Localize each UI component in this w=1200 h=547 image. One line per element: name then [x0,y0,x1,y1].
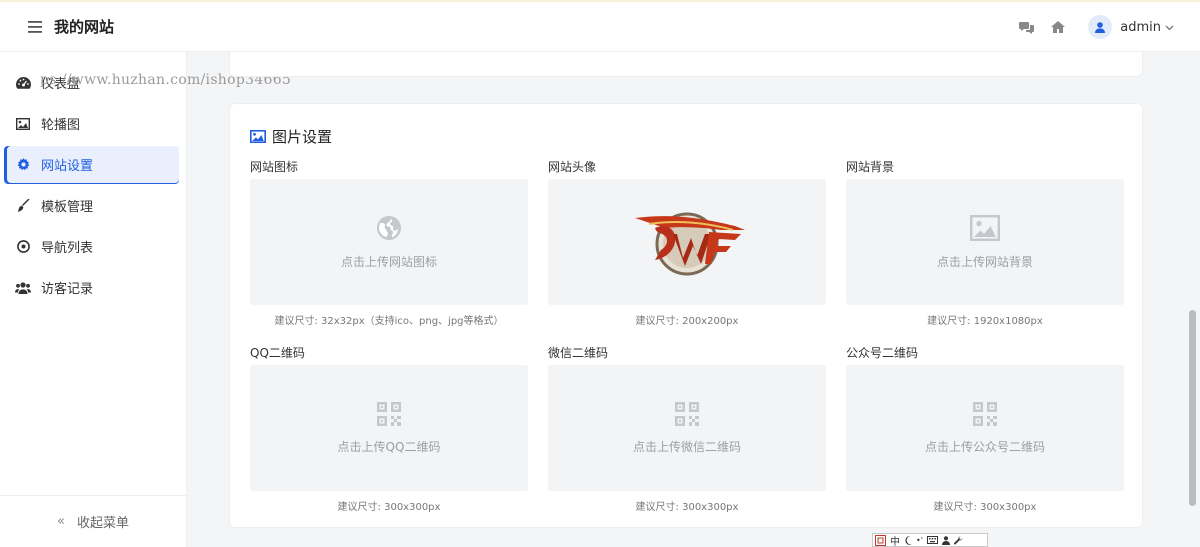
size-hint: 建议尺寸: 300x300px [337,502,441,513]
collapse-menu-label: 收起菜单 [76,516,129,531]
main-content: 图片设置 网站图标 点击上传网站图标 建议尺寸: 32x32px（支持ico、p… [187,52,1185,547]
field-label: 网站背景 [846,160,895,174]
field-label: QQ二维码 [250,346,305,360]
sidebar-item-visitors[interactable]: 访客记录 [4,269,179,306]
sidebar-item-label: 网站设置 [41,159,94,174]
qq-qrcode-upload[interactable]: 点击上传QQ二维码 [250,365,528,491]
field-label: 网站头像 [548,160,597,174]
image-settings-card: 图片设置 网站图标 点击上传网站图标 建议尺寸: 32x32px（支持ico、p… [229,103,1143,528]
ime-punctuation[interactable]: •' [916,536,923,545]
qrcode-icon [377,401,401,426]
globe-icon [376,215,402,241]
dashboard-icon [15,75,31,91]
moon-icon[interactable] [904,535,912,545]
sidebar-item-label: 模板管理 [41,200,94,215]
site-avatar-upload[interactable] [548,179,826,305]
sidebar-item-label: 访客记录 [41,282,94,297]
field-label: 微信二维码 [548,346,609,360]
image-icon [15,116,31,132]
size-hint: 建议尺寸: 200x200px [635,316,739,327]
sidebar-item-carousel[interactable]: 轮播图 [4,105,179,142]
upload-placeholder: 点击上传微信二维码 [632,439,741,454]
brush-icon [15,198,31,214]
size-hint: 建议尺寸: 1920x1080px [927,316,1043,327]
dnf-logo-image [625,204,749,280]
header-actions: admin [1016,2,1174,52]
top-bar: 我的网站 admin [0,0,1200,52]
picture-icon [250,130,266,143]
site-background-upload[interactable]: 点击上传网站背景 [846,179,1124,305]
upload-placeholder: 点击上传QQ二维码 [337,439,441,454]
qrcode-icon [973,401,997,426]
site-title: 我的网站 [54,18,115,36]
gear-icon [15,157,31,173]
ime-toolbar: 中 •' [872,533,988,547]
picture-icon [970,214,1000,241]
comments-icon[interactable] [1016,17,1036,37]
sidebar-item-templates[interactable]: 模板管理 [4,187,179,224]
double-chevron-left-icon: « [57,514,65,529]
sidebar-item-label: 轮播图 [41,118,81,133]
card-title: 图片设置 [250,126,332,147]
compass-icon [15,239,31,255]
qrcode-icon [675,401,699,426]
upload-placeholder: 点击上传网站背景 [936,254,1033,269]
sidebar-item-site-settings[interactable]: 网站设置 [4,146,179,183]
user-name[interactable]: admin [1120,20,1161,35]
upload-placeholder: 点击上传公众号二维码 [924,439,1045,454]
ime-logo-icon[interactable] [875,534,886,546]
size-hint: 建议尺寸: 32x32px（支持ico、png、jpg等格式） [274,316,504,327]
official-account-qrcode-upload[interactable]: 点击上传公众号二维码 [846,365,1124,491]
menu-toggle-icon[interactable] [24,16,46,38]
section-title: 图片设置 [272,128,333,146]
previous-settings-card [229,52,1143,77]
sidebar-item-nav-list[interactable]: 导航列表 [4,228,179,265]
keyboard-icon[interactable] [926,536,938,544]
avatar[interactable] [1088,15,1113,39]
ime-language[interactable]: 中 [890,533,900,547]
sidebar: 仪表盘 ps://www.huzhan.com/ishop34665 轮播图 网… [0,52,291,547]
sidebar-item-label: 导航列表 [41,241,94,256]
site-icon-upload[interactable]: 点击上传网站图标 [250,179,528,305]
users-icon [15,280,31,296]
collapse-menu-button[interactable]: « 收起菜单 [0,495,186,547]
size-hint: 建议尺寸: 300x300px [933,502,1037,513]
scrollbar-thumb[interactable] [1189,310,1196,506]
chevron-down-icon[interactable] [1165,20,1174,35]
scrollbar[interactable] [1185,52,1200,547]
user-icon[interactable] [941,535,950,545]
field-label: 网站图标 [250,160,299,174]
upload-placeholder: 点击上传网站图标 [340,254,437,269]
wrench-icon[interactable] [953,536,963,545]
home-icon[interactable] [1048,17,1068,37]
wechat-qrcode-upload[interactable]: 点击上传微信二维码 [548,365,826,491]
size-hint: 建议尺寸: 300x300px [635,502,739,513]
field-label: 公众号二维码 [846,346,919,360]
